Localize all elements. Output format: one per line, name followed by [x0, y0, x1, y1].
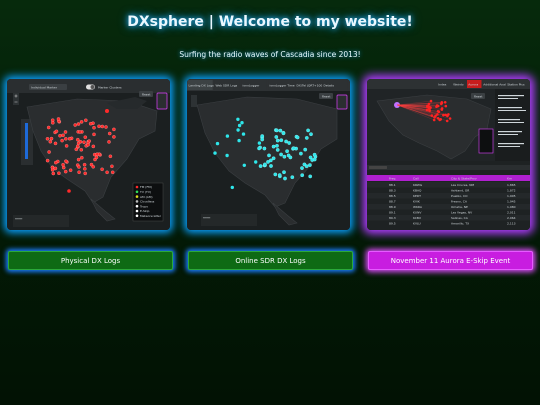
table-cell: KCBX [413, 216, 421, 220]
physical-dx-map: Individual Marker Marker Clusters Reset … [7, 79, 170, 230]
toggle-label-clusters: Marker Clusters [98, 86, 122, 90]
table-cell: Salinas, CA [451, 216, 469, 220]
table-cell: 2,113 [507, 221, 516, 225]
table-cell: 1,980 [507, 205, 516, 209]
table-cell: 88.9 [389, 205, 396, 209]
toggle-label-individual: Individual Marker [31, 86, 58, 90]
tab-label: Landing DX Logs [189, 84, 215, 88]
table-cell: 88.7 [389, 199, 396, 203]
tab-label: Aurora [468, 83, 478, 87]
table-cell: Fresno, CA [451, 199, 468, 203]
table-cell: 88.5 [389, 194, 396, 198]
online-sdr-dx-logs-thumbnail[interactable]: Landing DX Logs Web SDR Logs ionoLogger ion… [187, 79, 350, 230]
table-cell: Amarillo, TX [451, 221, 469, 225]
svg-text:Reset: Reset [142, 92, 151, 96]
table-cell: 1,945 [507, 199, 516, 203]
map-scale: ━━━━ [202, 216, 210, 220]
table-cell: 2,011 [507, 210, 516, 214]
tab-label: Index [438, 83, 446, 87]
aurora-event-button[interactable]: November 11 Aurora E-Skip Event [368, 251, 533, 270]
legend-entry: E-Skip [140, 209, 149, 213]
legend-entry: Tropo [139, 204, 148, 208]
table-cell: Pueblo, CO [451, 194, 468, 198]
table-cell: 1,905 [507, 194, 516, 198]
table-cell: WKRA [413, 205, 423, 209]
physical-dx-logs-button[interactable]: Physical DX Logs [8, 251, 173, 270]
table-cell: KUNV [413, 210, 422, 214]
page-subtitle: Surfing the radio waves of Cascadia sinc… [179, 50, 361, 59]
page-title: DXsphere | Welcome to my website! [127, 14, 413, 30]
legend-entry: TV (TV) [139, 190, 151, 194]
table-cell: KBAQ [413, 188, 422, 192]
table-cell: KVLU [413, 221, 421, 225]
table-header-cell: Km [507, 176, 512, 180]
tab-label: ionoLogger [243, 84, 261, 88]
table-header-cell: Freq [389, 176, 396, 180]
table-cell: 89.1 [389, 210, 396, 214]
svg-text:Reset: Reset [474, 94, 483, 98]
table-cell: 88.3 [389, 188, 396, 192]
table-cell: 89.3 [389, 216, 396, 220]
table-cell: KRWG [413, 183, 423, 187]
legend-entry: FM (FM) [140, 185, 152, 189]
legend-entry: Meteorscatter [140, 214, 162, 218]
legend-entry: Cloudless [140, 200, 155, 204]
log-table: 88.1 KRWG Las Cruces, NM 1,865 88.3 KBAQ Ashla… [367, 182, 530, 226]
tab-label: Details [324, 84, 335, 88]
sdr-dx-map: Landing DX Logs Web SDR Logs ionoLogger ion… [187, 79, 350, 230]
tab-label: Web SDR Logs [216, 84, 238, 88]
online-sdr-dx-logs-button[interactable]: Online SDR DX Logs [188, 251, 353, 270]
table-cell: Las Vegas, NV [451, 210, 473, 214]
table-cell: KVIK [413, 199, 421, 203]
legend-entry: AM (AM) [140, 195, 153, 199]
table-cell: 1,865 [507, 183, 516, 187]
table-cell: Las Cruces, NM [451, 183, 474, 187]
aurora-event-view: Index Weirdo Aurora Additional AnalysisStat… [367, 79, 530, 230]
table-cell: KEDT [413, 194, 421, 198]
table-cell: 89.5 [389, 221, 396, 225]
svg-text:Reset: Reset [322, 94, 331, 98]
tab-label: Weirdo [453, 83, 464, 87]
table-cell: 1,872 [507, 188, 516, 192]
table-cell: 2,064 [507, 216, 516, 220]
tab-label: DX/Tel (QRT+1003) [297, 84, 326, 88]
physical-dx-logs-thumbnail[interactable]: Individual Marker Marker Clusters Reset … [7, 79, 170, 230]
table-cell: Omaha, NE [451, 205, 468, 209]
table-header-cell: City & State/Prov [451, 176, 477, 180]
table-header-cell: Call [413, 176, 419, 180]
table-cell: 88.1 [389, 183, 396, 187]
table-cell: Ashland, OR [451, 188, 469, 192]
map-scale: ━━━━ [14, 217, 22, 221]
tab-label: Station Pics [507, 83, 525, 87]
aurora-event-thumbnail[interactable]: Index Weirdo Aurora Additional Analysis Stat… [367, 79, 530, 230]
